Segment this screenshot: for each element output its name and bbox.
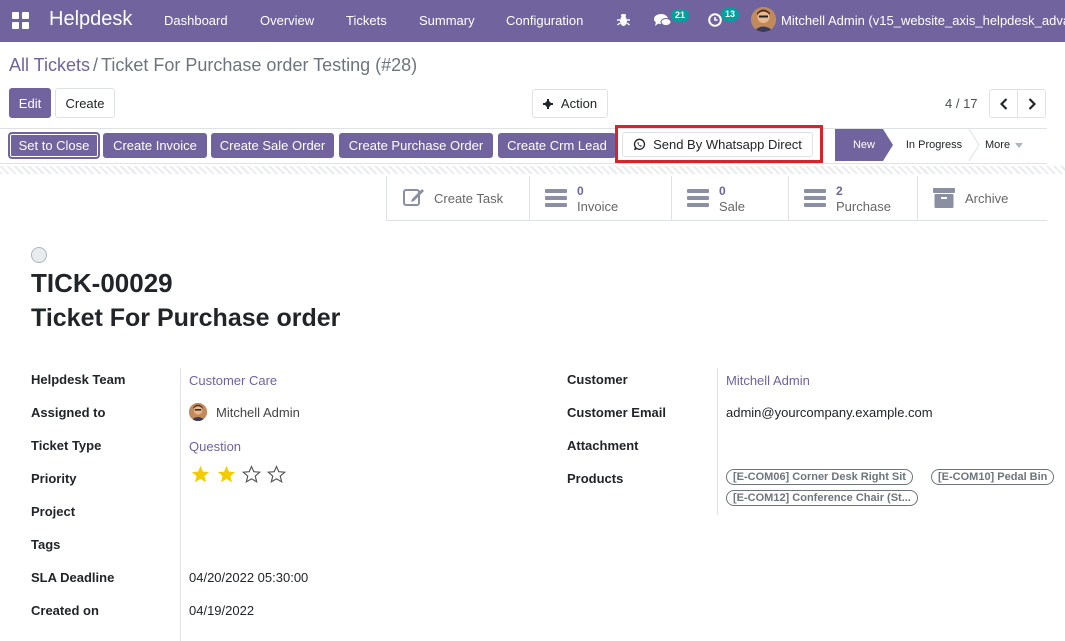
whatsapp-icon — [633, 138, 646, 151]
user-avatar[interactable] — [751, 7, 776, 32]
chat-icon[interactable] — [654, 13, 672, 28]
action-label: Action — [560, 96, 598, 111]
send-by-whatsapp-direct-button[interactable]: Send By Whatsapp Direct — [622, 132, 813, 157]
whatsapp-button-label: Send By Whatsapp Direct — [653, 137, 802, 152]
pager-previous-button[interactable] — [989, 89, 1018, 118]
ticket-type-value[interactable]: Question — [189, 439, 241, 454]
clock-icon[interactable] — [708, 13, 722, 27]
create-button[interactable]: Create — [55, 88, 115, 118]
apps-menu-icon[interactable] — [12, 12, 30, 30]
bug-icon[interactable] — [617, 13, 630, 27]
right-group-divider — [717, 368, 718, 515]
product-tag[interactable]: [E-COM06] Corner Desk Right Sit — [726, 469, 913, 485]
breadcrumb: All Tickets / Ticket For Purchase order Te… — [9, 55, 417, 76]
edit-task-icon — [403, 189, 424, 206]
tags-label: Tags — [31, 537, 61, 552]
sla-deadline-value[interactable]: 04/20/2022 05:30:00 — [189, 570, 308, 585]
priority-star-1-icon[interactable] — [191, 465, 210, 483]
kanban-state-indicator[interactable] — [31, 247, 47, 263]
purchase-stack-icon — [804, 189, 826, 207]
purchase-smart-button[interactable]: 2 Purchase — [788, 176, 918, 220]
product-tag[interactable]: [E-COM12] Conference Chair (St... — [726, 490, 918, 506]
stage-more-label: More — [985, 139, 1011, 151]
invoice-count: 0 — [577, 184, 584, 198]
sale-smart-button[interactable]: 0 Sale — [671, 176, 789, 220]
products-label: Products — [567, 471, 624, 486]
breadcrumb-current: Ticket For Purchase order Testing (#28) — [101, 55, 418, 75]
helpdesk-team-label: Helpdesk Team — [31, 372, 126, 387]
customer-email-value[interactable]: admin@yourcompany.example.com — [726, 405, 933, 420]
sale-stack-icon — [687, 189, 709, 207]
menu-dashboard[interactable]: Dashboard — [164, 13, 228, 28]
create-purchase-order-button[interactable]: Create Purchase Order — [339, 133, 493, 158]
pager-value[interactable]: 4 / 17 — [945, 96, 978, 111]
breadcrumb-all-tickets[interactable]: All Tickets — [9, 55, 90, 75]
assigned-to-value[interactable]: Mitchell Admin — [216, 405, 300, 420]
archive-label: Archive — [965, 191, 1009, 206]
helpdesk-team-value[interactable]: Customer Care — [189, 373, 277, 388]
stage-in-progress[interactable]: In Progress — [893, 129, 975, 161]
ticket-title[interactable]: Ticket For Purchase order — [31, 304, 340, 333]
product-tag[interactable]: [E-COM10] Pedal Bin — [931, 469, 1055, 485]
smart-buttons-box: Create Task 0 Invoice 0 Sale 2 Purchase … — [386, 176, 1047, 221]
stage-new[interactable]: New — [835, 129, 893, 161]
user-menu[interactable]: Mitchell Admin (v15_website_axis_helpdes… — [781, 13, 1065, 28]
purchase-count: 2 — [836, 184, 843, 198]
priority-star-4-icon[interactable] — [267, 465, 286, 483]
customer-email-label: Customer Email — [567, 405, 666, 420]
priority-label: Priority — [31, 471, 77, 486]
left-group-divider — [180, 368, 181, 641]
sale-label: Sale — [719, 199, 746, 214]
menu-configuration[interactable]: Configuration — [506, 13, 583, 28]
attachment-label: Attachment — [567, 438, 639, 453]
app-name[interactable]: Helpdesk — [49, 8, 132, 31]
menu-summary[interactable]: Summary — [419, 13, 475, 28]
create-crm-lead-button[interactable]: Create Crm Lead — [498, 133, 616, 158]
archive-box-icon — [933, 188, 955, 208]
ticket-reference: TICK-00029 — [31, 268, 173, 298]
assigned-to-label: Assigned to — [31, 405, 106, 420]
menu-tickets[interactable]: Tickets — [346, 13, 387, 28]
stage-more-dropdown[interactable]: More — [985, 129, 1035, 161]
caret-down-icon — [1015, 142, 1024, 148]
chevron-right-icon — [1028, 97, 1036, 110]
activities-count-badge: 13 — [721, 8, 740, 21]
action-button[interactable]: Action — [532, 89, 608, 118]
create-task-smart-button[interactable]: Create Task — [386, 176, 530, 220]
pager-next-button[interactable] — [1017, 89, 1046, 118]
ticket-type-label: Ticket Type — [31, 438, 102, 453]
assignee-avatar — [189, 403, 207, 421]
sheet-edge-decoration — [0, 166, 1065, 174]
sla-deadline-label: SLA Deadline — [31, 570, 115, 585]
gear-icon — [542, 98, 553, 109]
top-navbar: Helpdesk Dashboard Overview Tickets Summ… — [0, 0, 1065, 42]
create-sale-order-button[interactable]: Create Sale Order — [211, 133, 334, 158]
priority-star-2-icon[interactable] — [217, 465, 236, 483]
sale-count: 0 — [719, 184, 726, 198]
project-label: Project — [31, 504, 76, 519]
invoice-label: Invoice — [577, 199, 619, 214]
invoice-smart-button[interactable]: 0 Invoice — [529, 176, 672, 220]
set-to-close-button[interactable]: Set to Close — [9, 133, 99, 158]
purchase-label: Purchase — [836, 199, 891, 214]
stage-separator — [968, 129, 980, 161]
create-task-label: Create Task — [434, 191, 504, 206]
breadcrumb-separator: / — [93, 55, 99, 75]
customer-label: Customer — [567, 372, 628, 387]
chevron-left-icon — [999, 97, 1007, 110]
edit-button[interactable]: Edit — [9, 88, 51, 118]
messages-count-badge: 21 — [671, 9, 690, 22]
priority-star-3-icon[interactable] — [242, 465, 261, 483]
created-on-value: 04/19/2022 — [189, 603, 255, 618]
customer-value[interactable]: Mitchell Admin — [726, 373, 810, 388]
menu-overview[interactable]: Overview — [260, 13, 314, 28]
created-on-label: Created on — [31, 603, 99, 618]
archive-smart-button[interactable]: Archive — [917, 176, 1047, 220]
invoice-stack-icon — [545, 189, 567, 207]
create-invoice-button[interactable]: Create Invoice — [103, 133, 207, 158]
